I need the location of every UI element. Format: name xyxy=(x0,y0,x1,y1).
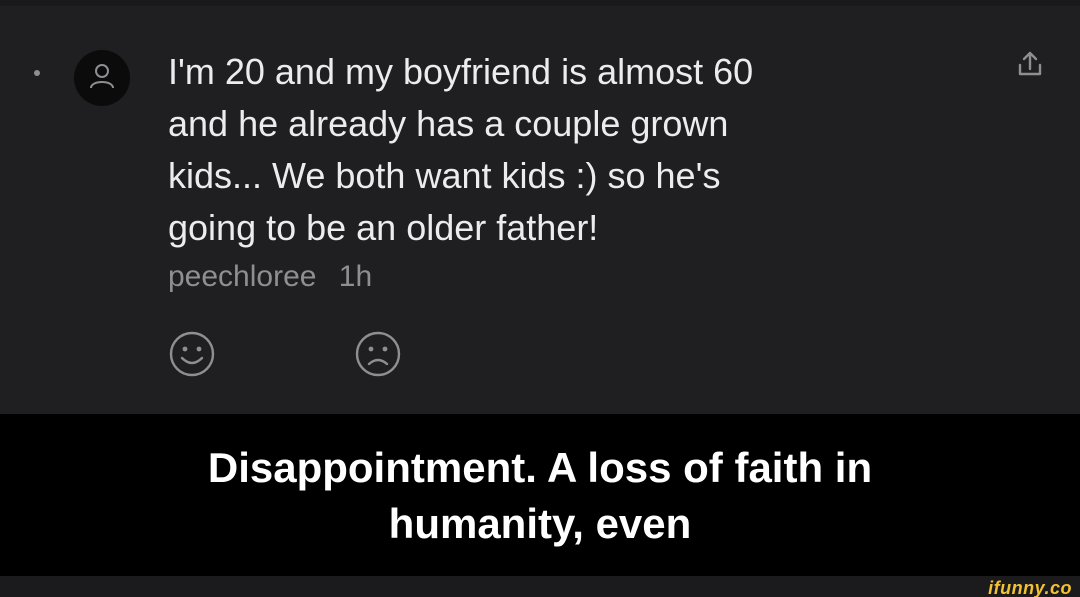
meme-caption: Disappointment. A loss of faith in human… xyxy=(207,444,873,547)
timestamp: 1h xyxy=(338,260,373,293)
sad-reaction-button[interactable] xyxy=(352,330,404,382)
bottom-strip xyxy=(0,576,1080,597)
sad-face-icon xyxy=(354,330,402,383)
share-button[interactable] xyxy=(1012,48,1048,84)
watermark: ifunny.co xyxy=(988,578,1072,597)
bullet-dot xyxy=(34,70,40,76)
happy-reaction-button[interactable] xyxy=(166,330,218,382)
avatar[interactable] xyxy=(74,50,130,106)
happy-face-icon xyxy=(168,330,216,383)
comment-meta: peechloree 1h xyxy=(168,259,372,295)
page: I'm 20 and my boyfriend is almost 60 and… xyxy=(0,0,1080,597)
share-icon xyxy=(1015,49,1045,84)
user-icon xyxy=(89,62,115,95)
comment-text: I'm 20 and my boyfriend is almost 60 and… xyxy=(168,51,754,248)
caption-band: Disappointment. A loss of faith in human… xyxy=(0,414,1080,576)
author-name[interactable]: peechloree xyxy=(168,260,316,293)
comment-card: I'm 20 and my boyfriend is almost 60 and… xyxy=(0,6,1080,414)
